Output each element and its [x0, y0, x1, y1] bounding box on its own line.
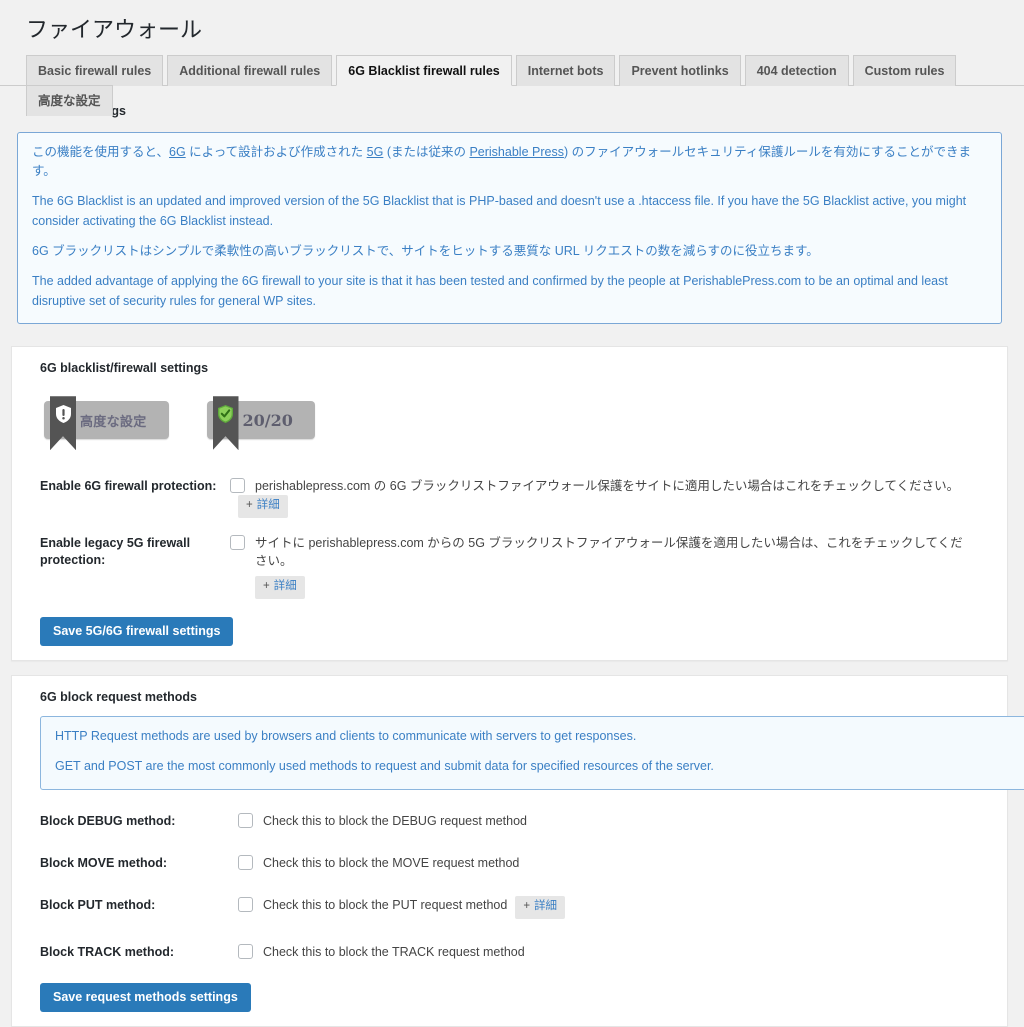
checkbox-block-put-method[interactable] [238, 897, 253, 913]
text-block-track-method: Check this to block the TRACK request me… [263, 944, 525, 959]
row-block-track-method: Block TRACK method: Check this to block … [40, 931, 993, 973]
blacklist-settings-title: 6G blacklist/firewall settings [40, 361, 209, 376]
label-block-move-method: Block MOVE method: [40, 855, 168, 870]
ribbon-advanced-settings: 高度な設定 [44, 396, 169, 451]
text-block-debug-method: Check this to block the DEBUG request me… [263, 813, 528, 828]
more-info-button-6g[interactable]: + 詳細 [238, 495, 288, 518]
request-methods-card: 6G block request methods HTTP Request me… [11, 675, 1024, 1027]
tab-internet-bots[interactable]: Internet bots [515, 54, 616, 86]
text-enable-6g-firewall: perishablepress.com の 6G ブラックリストファイアウォール… [255, 479, 960, 494]
checkbox-enable-legacy-5g-firewall[interactable] [230, 534, 245, 550]
request-methods-notice: HTTP Request methods are used by browser… [40, 716, 1024, 790]
ribbon-score-label: 20/20 [242, 410, 293, 430]
more-info-label-6g: 詳細 [256, 499, 280, 512]
checkbox-block-track-method[interactable] [238, 943, 253, 959]
checkbox-enable-6g-firewall[interactable] [230, 478, 245, 494]
link-6g[interactable]: 6G [169, 145, 186, 159]
label-enable-6g-firewall: Enable 6G firewall protection: [40, 479, 217, 494]
text-block-put-method: Check this to block the PUT request meth… [263, 898, 508, 913]
checkbox-block-debug-method[interactable] [238, 812, 253, 828]
ribbon-score: 20/20 [206, 396, 315, 451]
intro-notice-card: この機能を使用すると、6G によって設計および作成された 5G (または従来の … [11, 126, 1008, 331]
checkbox-block-move-method[interactable] [238, 854, 253, 870]
text-enable-legacy-5g-firewall: サイトに perishablepress.com からの 5G ブラックリストフ… [255, 535, 963, 568]
intro-text-3: (または従来の [383, 144, 470, 159]
status-ribbons: 高度な設定 20/20 [26, 387, 993, 469]
label-block-debug-method: Block DEBUG method: [40, 813, 176, 828]
row-block-move-method: Block MOVE method: Check this to block t… [40, 842, 993, 884]
save-request-methods-settings-button[interactable]: Save request methods settings [40, 982, 251, 1013]
row-block-debug-method: Block DEBUG method: Check this to block … [40, 800, 993, 842]
shield-check-icon [212, 396, 239, 451]
plus-icon: + [263, 580, 270, 593]
intro-paragraph-3: 6G ブラックリストはシンプルで柔軟性の高いブラックリストで、サイトをヒットする… [32, 244, 819, 259]
request-methods-info-1: HTTP Request methods are used by browser… [55, 729, 637, 744]
more-info-button-5g[interactable]: + 詳細 [255, 576, 305, 599]
link-perishable-press[interactable]: Perishable Press [469, 145, 564, 159]
intro-paragraph-1: この機能を使用すると、6G によって設計および作成された 5G (または従来の … [32, 143, 987, 182]
link-5g[interactable]: 5G [367, 145, 384, 159]
more-info-button-put[interactable]: + 詳細 [515, 896, 566, 919]
tab-prevent-hotlinks[interactable]: Prevent hotlinks [619, 54, 741, 86]
plus-icon: + [523, 900, 531, 913]
label-enable-legacy-5g-firewall: Enable legacy 5G firewall protection: [40, 535, 191, 567]
intro-notice: この機能を使用すると、6G によって設計および作成された 5G (または従来の … [17, 131, 1002, 325]
tab-custom-rules[interactable]: Custom rules [852, 54, 957, 86]
row-block-put-method: Block PUT method: Check this to block th… [40, 884, 993, 931]
request-methods-title: 6G block request methods [40, 690, 197, 705]
row-enable-6g-firewall: Enable 6G firewall protection: perishabl… [40, 469, 993, 526]
shield-exclamation-icon [50, 396, 76, 451]
text-block-move-method: Check this to block the MOVE request met… [263, 855, 520, 870]
tab-additional-firewall-rules[interactable]: Additional firewall rules [167, 54, 333, 86]
firewall-tab-bar: Basic firewall rules Additional firewall … [0, 54, 1024, 116]
firewall-settings-heading: Firewall settings [0, 86, 1024, 126]
intro-text-1: この機能を使用すると、 [32, 144, 170, 159]
more-info-label-put: 詳細 [534, 900, 558, 913]
more-info-label-5g: 詳細 [273, 580, 297, 593]
tab-6g-blacklist-firewall-rules[interactable]: 6G Blacklist firewall rules [336, 54, 512, 86]
intro-paragraph-2: The 6G Blacklist is an updated and impro… [32, 194, 967, 228]
row-enable-legacy-5g-firewall: Enable legacy 5G firewall protection: サイ… [40, 526, 993, 607]
plus-icon: + [246, 499, 253, 512]
ribbon-advanced-label: 高度な設定 [80, 413, 147, 429]
request-methods-info-2: GET and POST are the most commonly used … [55, 759, 714, 774]
tab-basic-firewall-rules[interactable]: Basic firewall rules [26, 54, 164, 86]
intro-text-2: によって設計および作成された [185, 144, 367, 159]
label-block-put-method: Block PUT method: [40, 898, 156, 913]
tab-advanced-settings[interactable]: 高度な設定 [26, 84, 113, 116]
intro-paragraph-4: The added advantage of applying the 6G f… [32, 274, 948, 308]
page-title: ファイアウォール [26, 17, 203, 42]
label-block-track-method: Block TRACK method: [40, 944, 175, 959]
request-methods-rows: Block DEBUG method: Check this to block … [26, 790, 993, 973]
save-5g-6g-firewall-settings-button[interactable]: Save 5G/6G firewall settings [40, 616, 234, 647]
tab-404-detection[interactable]: 404 detection [744, 54, 849, 86]
blacklist-settings-card: 6G blacklist/firewall settings 高度な設定 20/… [11, 346, 1008, 662]
